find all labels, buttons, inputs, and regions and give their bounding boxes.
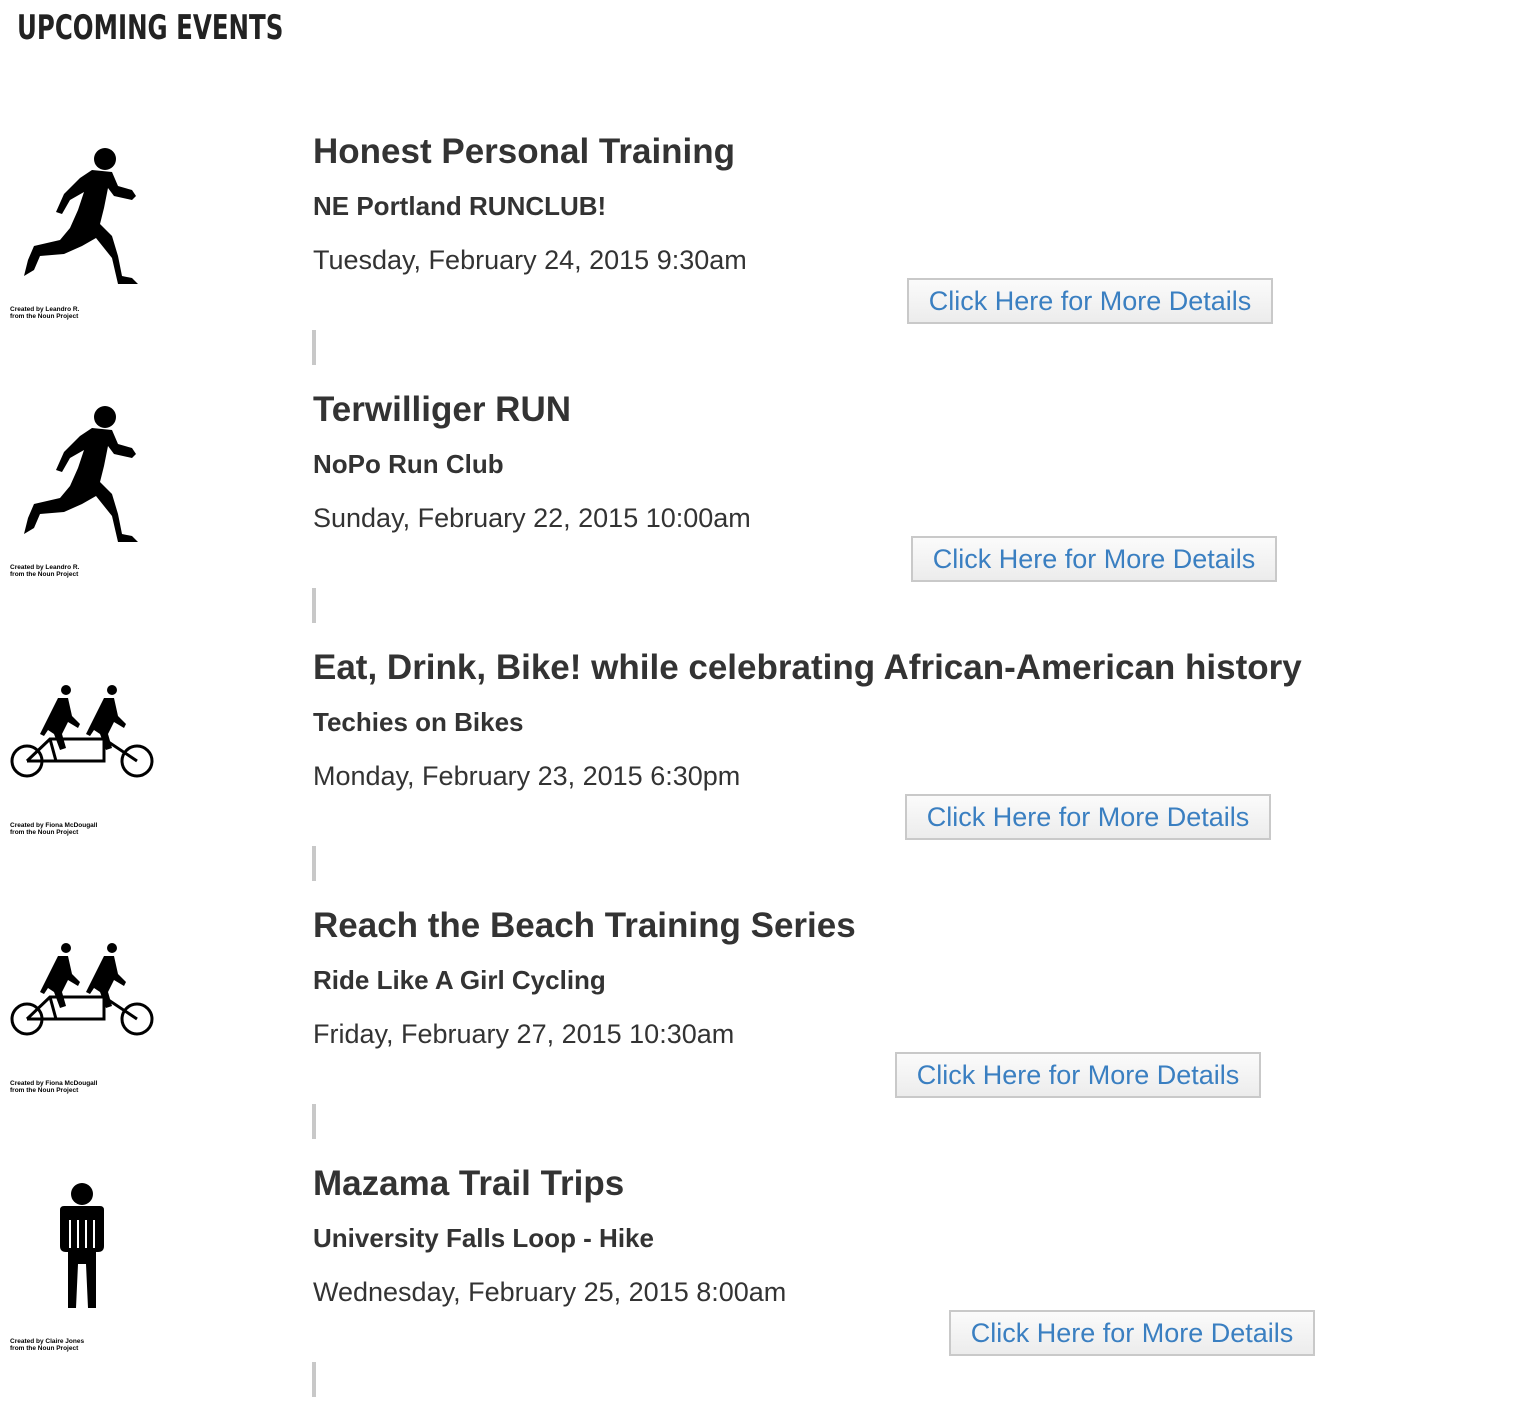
hiker-icon: Created by Claire Jones from the Noun Pr…	[0, 1160, 170, 1360]
credit-line: Created by Leandro R.	[10, 306, 80, 313]
credit-line: Created by Fiona McDougall	[10, 1080, 98, 1087]
credit-line: from the Noun Project	[10, 1345, 79, 1352]
event-item: Created by Fiona McDougall from the Noun…	[0, 902, 1538, 1160]
event-organizer: NoPo Run Club	[313, 449, 504, 479]
credit-line: from the Noun Project	[10, 571, 79, 578]
divider	[312, 1104, 316, 1139]
divider	[312, 588, 316, 623]
credit-line: from the Noun Project	[10, 829, 79, 836]
event-organizer: Techies on Bikes	[313, 707, 524, 737]
more-details-button[interactable]: Click Here for More Details	[949, 1310, 1315, 1356]
image-credit: Created by Claire Jones from the Noun Pr…	[10, 1338, 84, 1352]
event-organizer: University Falls Loop - Hike	[313, 1223, 654, 1253]
event-item: Created by Leandro R. from the Noun Proj…	[0, 386, 1538, 644]
image-credit: Created by Fiona McDougall from the Noun…	[10, 1080, 97, 1094]
more-details-button[interactable]: Click Here for More Details	[895, 1052, 1261, 1098]
divider	[312, 1362, 316, 1397]
image-credit: Created by Fiona McDougall from the Noun…	[10, 822, 97, 836]
event-item: Created by Leandro R. from the Noun Proj…	[0, 128, 1538, 386]
event-item: Created by Fiona McDougall from the Noun…	[0, 644, 1538, 902]
event-organizer: Ride Like A Girl Cycling	[313, 965, 606, 995]
event-title: Honest Personal Training	[313, 132, 736, 171]
event-organizer: NE Portland RUNCLUB!	[313, 191, 607, 221]
event-item: Created by Claire Jones from the Noun Pr…	[0, 1160, 1538, 1418]
event-datetime: Wednesday, February 25, 2015 8:00am	[313, 1277, 787, 1307]
event-title: Terwilliger RUN	[313, 390, 572, 429]
page-title: UPCOMING EVENTS	[17, 8, 284, 48]
event-title: Eat, Drink, Bike! while celebrating Afri…	[313, 648, 1302, 687]
tandem-bicycle-icon: Created by Fiona McDougall from the Noun…	[0, 644, 170, 844]
more-details-button[interactable]: Click Here for More Details	[911, 536, 1277, 582]
credit-line: Created by Claire Jones	[10, 1338, 85, 1345]
event-datetime: Monday, February 23, 2015 6:30pm	[313, 761, 741, 791]
event-datetime: Sunday, February 22, 2015 10:00am	[313, 503, 751, 533]
credit-line: from the Noun Project	[10, 313, 79, 320]
runner-icon: Created by Leandro R. from the Noun Proj…	[0, 386, 170, 586]
divider	[312, 846, 316, 881]
event-datetime: Tuesday, February 24, 2015 9:30am	[313, 245, 747, 275]
image-credit: Created by Leandro R. from the Noun Proj…	[10, 564, 79, 578]
event-title: Mazama Trail Trips	[313, 1164, 625, 1203]
runner-icon: Created by Leandro R. from the Noun Proj…	[0, 128, 170, 328]
event-title: Reach the Beach Training Series	[313, 906, 856, 945]
tandem-bicycle-icon: Created by Fiona McDougall from the Noun…	[0, 902, 170, 1102]
credit-line: Created by Fiona McDougall	[10, 822, 98, 829]
image-credit: Created by Leandro R. from the Noun Proj…	[10, 306, 79, 320]
event-datetime: Friday, February 27, 2015 10:30am	[313, 1019, 735, 1049]
more-details-button[interactable]: Click Here for More Details	[905, 794, 1271, 840]
credit-line: from the Noun Project	[10, 1087, 79, 1094]
divider	[312, 330, 316, 365]
credit-line: Created by Leandro R.	[10, 564, 80, 571]
more-details-button[interactable]: Click Here for More Details	[907, 278, 1273, 324]
